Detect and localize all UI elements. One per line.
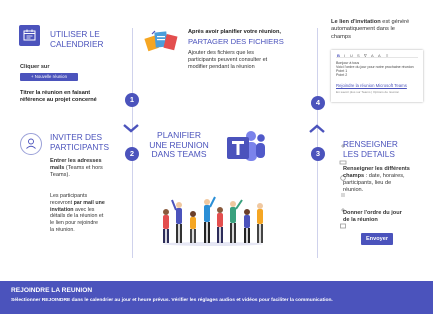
s2-title-line2: PARTICIPANTS xyxy=(50,141,110,152)
s1-title: UTILISER LE CALENDRIER xyxy=(50,29,104,50)
chevron-down-icon xyxy=(122,120,140,133)
s2-p1-line2-rest: (Teams et hors xyxy=(64,165,103,172)
s5-p1-line4: réunion. xyxy=(343,187,364,194)
s5-p2-line2: de la réunion xyxy=(343,217,378,224)
s4-line1c: est généré xyxy=(380,19,410,25)
step-4-badge: 4 xyxy=(311,96,325,110)
s2-p1-line1: Entrer les adresses xyxy=(50,158,102,164)
footer-text: Sélectionner REJOINDRE dans le calendrie… xyxy=(11,298,333,303)
svg-text:A: A xyxy=(378,53,381,58)
s5-p1-line3: participants, lieu de xyxy=(343,180,392,187)
editor-toolbar: B I U S ∇ A A ≡ xyxy=(336,53,418,58)
s2-p2-line4: détails de la réunion et xyxy=(50,213,104,220)
s5-p1-line1: Renseigner les différents xyxy=(343,166,410,172)
svg-text:U: U xyxy=(350,53,353,58)
svg-text:∇: ∇ xyxy=(363,53,367,58)
svg-text:≡: ≡ xyxy=(386,53,389,58)
s2-p2-line2a: recevront xyxy=(50,199,74,206)
s5-p1-line2b: : date, horaires, xyxy=(364,173,405,180)
step-2-badge: 2 xyxy=(125,147,139,161)
s2-title: INVITER DES PARTICIPANTS xyxy=(50,132,110,153)
step-3-badge: 3 xyxy=(311,147,325,161)
people-group-illustration xyxy=(157,190,269,246)
infographic-page: UTILISER LE CALENDRIER Cliquer sur + Nou… xyxy=(0,0,433,314)
s1-desc: Titrer la réunion en faisant référence a… xyxy=(20,90,97,104)
s5-title-line2: LES DETAILS xyxy=(343,148,395,159)
svg-text:A: A xyxy=(371,53,374,58)
s5-title: RENSEIGNER LES DETAILS xyxy=(343,139,398,160)
s5-p1-line2a: champs xyxy=(343,173,365,180)
s2-p2-line2b: par mail une xyxy=(73,199,105,206)
s2-p2-line3a: invitation xyxy=(50,206,74,213)
step-1-badge: 1 xyxy=(125,93,139,107)
s1-title-line2: CALENDRIER xyxy=(50,38,104,49)
files-icon xyxy=(143,28,181,54)
s2-para2: Les participants recevront par mail une … xyxy=(50,193,105,234)
s5-para2: Donner l'ordre du jour de la réunion xyxy=(343,210,402,224)
s3-body-line1: Ajouter des fichiers que les xyxy=(188,50,255,56)
s4-line2: automatiquement dans le xyxy=(331,26,395,33)
invitation-editor: B I U S ∇ A A ≡ Bonjour à tous Voici l'o… xyxy=(331,50,423,102)
s4-para: Le lien d'invitation est généré automati… xyxy=(331,19,409,41)
s4-line1a: Le lien d' xyxy=(331,19,356,25)
s1-desc-line2: référence au projet concerné xyxy=(20,97,97,104)
s2-para1: Entrer les adresses mails (Teams et hors… xyxy=(50,158,103,179)
people-icon xyxy=(20,133,42,155)
doc-small-links: En savoir plus sur Teams | Options de ré… xyxy=(336,90,400,94)
footer-banner: REJOINDRE LA REUNION Sélectionner REJOIN… xyxy=(0,281,433,314)
new-meeting-button[interactable]: + Nouvelle réunion xyxy=(20,73,78,81)
s3-title: PARTAGER DES FICHIERS xyxy=(188,37,284,46)
s5-p2-line1: Donner l'ordre du jour xyxy=(343,210,402,216)
s2-p2-line5: le lien pour rejoindre xyxy=(50,220,98,227)
s2-p2-line6: la réunion. xyxy=(50,226,75,233)
svg-text:S: S xyxy=(357,53,360,58)
s3-intro: Après avoir planifier votre réunion, xyxy=(188,29,281,35)
s2-p1-line3: Teams). xyxy=(50,172,70,179)
s3-body-line2: participants peuvent consulter et xyxy=(188,57,268,64)
footer-title: REJOINDRE LA REUNION xyxy=(11,287,93,294)
svg-text:I: I xyxy=(344,53,346,58)
teams-logo-icon xyxy=(225,129,267,165)
teams-join-link[interactable]: Rejoindre la réunion Microsoft Teams xyxy=(336,83,407,88)
divider-right xyxy=(317,28,318,258)
center-title: PLANIFIER UNE REUNION DANS TEAMS xyxy=(139,130,219,160)
calendar-icon xyxy=(19,25,40,46)
s2-p1-line2-bold: mails xyxy=(50,165,65,172)
doc-line2: Voici l'ordre du jour pour notre prochai… xyxy=(336,65,414,69)
s4-line3: champs xyxy=(331,33,351,40)
s3-body-line3: modifier pendant la réunion xyxy=(188,64,255,71)
divider-left xyxy=(132,28,133,258)
svg-text:B: B xyxy=(337,53,340,58)
s3-body: Ajouter des fichiers que les participant… xyxy=(188,50,267,71)
send-button[interactable]: Envoyer xyxy=(361,233,393,245)
s4-line1b: invitation xyxy=(355,19,381,25)
s5-para1: Renseigner les différents champs : date,… xyxy=(343,166,410,195)
doc-line4: Point 2 xyxy=(336,73,348,77)
s1-click-label: Cliquer sur xyxy=(20,64,50,70)
s2-p2-line3b: avec les xyxy=(73,206,95,213)
chevron-up-icon xyxy=(308,121,326,133)
s2-p2-line1: Les participants xyxy=(50,193,88,199)
center-title-line3: DANS TEAMS xyxy=(151,149,207,160)
s1-desc-line1: Titrer la réunion en faisant xyxy=(20,90,91,96)
